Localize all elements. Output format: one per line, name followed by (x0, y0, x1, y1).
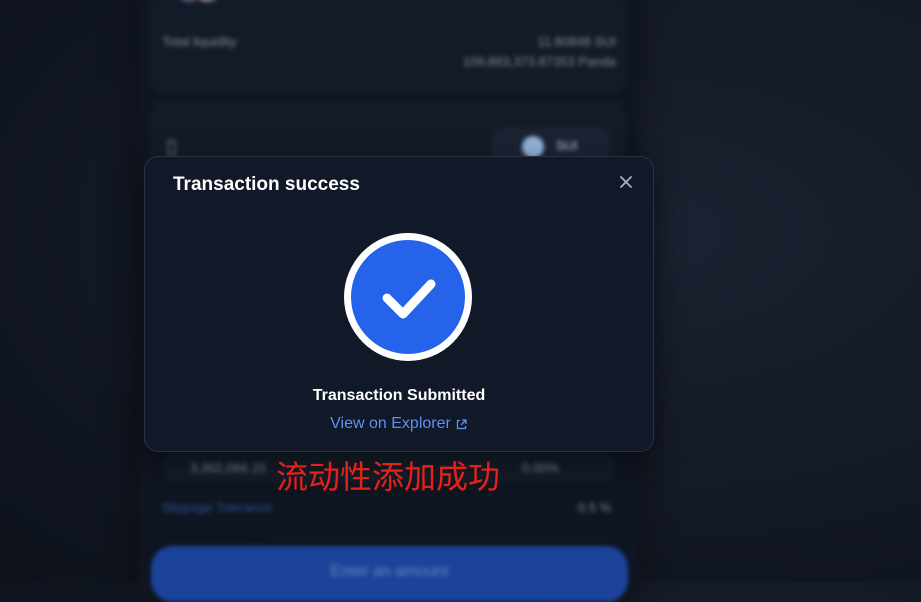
slippage-value: 0.5 % (578, 500, 612, 515)
transaction-success-modal: Transaction success Transaction Submitte… (144, 156, 654, 452)
total-liquidity-value-panda: 109,883,373.87353 Panda (462, 54, 616, 69)
modal-title: Transaction success (173, 174, 360, 195)
close-icon (620, 176, 632, 188)
pool-row-value: 3,362,066.15 (190, 460, 266, 475)
liquidity-summary-card: Total liquidity 11.80848 SUI 109,883,373… (150, 0, 626, 94)
total-liquidity-label: Total liquidity (162, 34, 237, 49)
total-liquidity-value-sui: 11.80848 SUI (537, 34, 616, 49)
enter-amount-button[interactable]: Enter an amount (151, 546, 628, 602)
token-avatar (176, 0, 202, 2)
transaction-status: Transaction Submitted (312, 387, 486, 404)
view-on-explorer-link[interactable]: View on Explorer (145, 415, 653, 433)
token-select-label: SUI (556, 138, 578, 153)
close-button[interactable] (615, 171, 637, 193)
explorer-link-label: View on Explorer (330, 415, 451, 432)
slippage-link[interactable]: Slippage Tolerance (162, 500, 272, 515)
success-badge (344, 233, 472, 361)
sui-token-icon (522, 136, 544, 158)
pool-share-value: 0.00% (522, 460, 559, 475)
annotation-text: 流动性添加成功 (276, 458, 501, 496)
token-avatar (194, 0, 220, 2)
success-circle (351, 240, 465, 354)
external-link-icon (456, 418, 467, 429)
checkmark-icon (382, 279, 436, 319)
